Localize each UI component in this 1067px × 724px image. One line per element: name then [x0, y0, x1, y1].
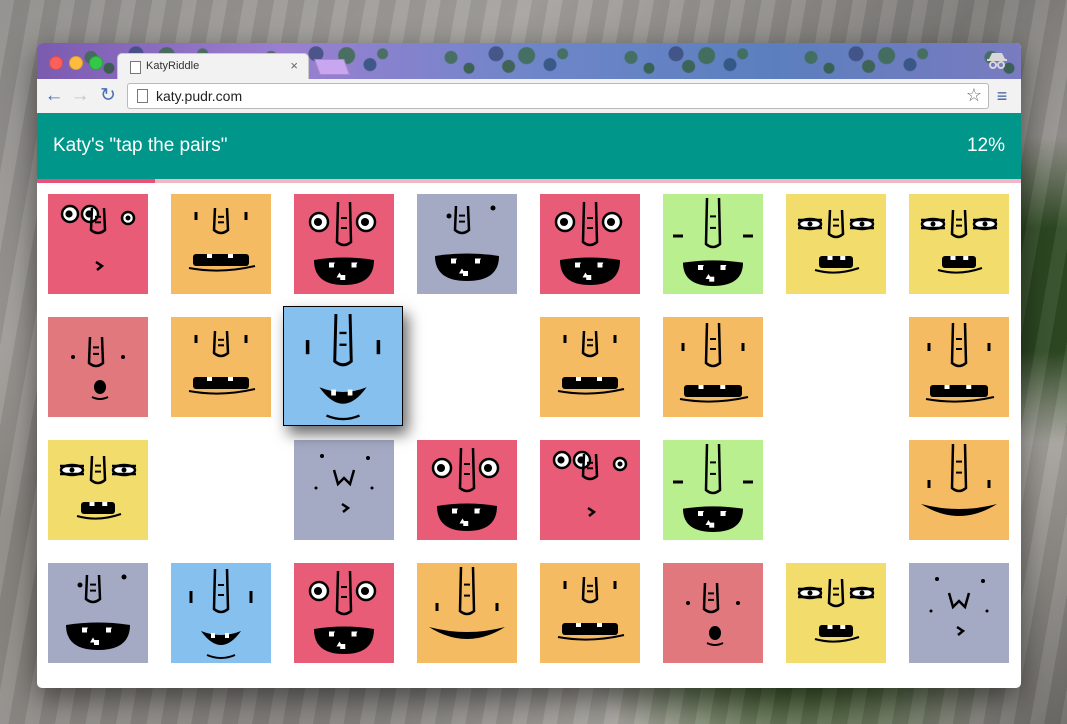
card-tile[interactable] — [417, 194, 517, 294]
monster-face-icon — [417, 440, 517, 540]
address-bar[interactable]: katy.pudr.com ☆ — [127, 83, 989, 109]
card-tile[interactable] — [786, 194, 886, 294]
app-header: Katy's "tap the pairs" 12% — [37, 113, 1021, 179]
back-arrow-icon[interactable]: ← — [43, 85, 65, 107]
card-tile[interactable] — [48, 563, 148, 663]
monster-face-icon — [786, 563, 886, 663]
browser-toolbar: ← → ↻ katy.pudr.com ☆ ≡ — [37, 79, 1021, 114]
close-window-button[interactable] — [49, 56, 63, 70]
maximize-window-button[interactable] — [89, 56, 103, 70]
card-tile[interactable] — [909, 317, 1009, 417]
progress-percent: 12% — [966, 135, 1005, 156]
reload-icon[interactable]: ↻ — [97, 85, 119, 107]
monster-face-icon — [663, 194, 763, 294]
forward-arrow-icon[interactable]: → — [69, 85, 91, 107]
browser-window: KatyRiddle × ← → ↻ katy.pudr.com ☆ ≡ Kat… — [37, 43, 1021, 688]
card-tile[interactable] — [909, 194, 1009, 294]
tab-title: KatyRiddle — [146, 60, 200, 72]
monster-face-icon — [48, 317, 148, 417]
card-tile-selected[interactable] — [283, 306, 403, 426]
pairs-board — [48, 194, 1010, 664]
card-tile[interactable] — [540, 194, 640, 294]
monster-face-icon — [909, 194, 1009, 294]
monster-face-icon — [294, 194, 394, 294]
card-tile[interactable] — [48, 317, 148, 417]
monster-face-icon — [663, 317, 763, 417]
url-text[interactable]: katy.pudr.com — [156, 88, 242, 104]
browser-tab[interactable]: KatyRiddle × — [117, 53, 309, 80]
card-tile[interactable] — [171, 563, 271, 663]
card-tile[interactable] — [540, 440, 640, 540]
card-tile[interactable] — [540, 317, 640, 417]
tab-close-icon[interactable]: × — [290, 58, 298, 73]
card-tile[interactable] — [909, 563, 1009, 663]
monster-face-icon — [48, 563, 148, 663]
monster-face-icon — [294, 563, 394, 663]
card-tile[interactable] — [663, 563, 763, 663]
card-tile[interactable] — [663, 317, 763, 417]
card-tile[interactable] — [540, 563, 640, 663]
monster-face-icon — [909, 317, 1009, 417]
monster-face-icon — [540, 194, 640, 294]
monster-face-icon — [417, 194, 517, 294]
new-tab-button[interactable] — [314, 59, 350, 75]
browser-menu-icon[interactable]: ≡ — [991, 85, 1013, 107]
card-tile[interactable] — [48, 194, 148, 294]
card-tile[interactable] — [663, 194, 763, 294]
monster-face-icon — [909, 440, 1009, 540]
monster-face-icon — [294, 440, 394, 540]
card-tile[interactable] — [909, 440, 1009, 540]
card-tile[interactable] — [786, 563, 886, 663]
bookmark-star-icon[interactable]: ☆ — [966, 85, 982, 106]
monster-face-icon — [171, 194, 271, 294]
card-tile[interactable] — [171, 194, 271, 294]
incognito-profile-icon[interactable] — [985, 49, 1009, 73]
page-icon — [137, 89, 148, 103]
monster-face-icon — [663, 563, 763, 663]
monster-face-icon — [663, 440, 763, 540]
card-tile[interactable] — [294, 194, 394, 294]
monster-face-icon — [48, 194, 148, 294]
monster-face-icon — [284, 307, 402, 425]
card-tile[interactable] — [663, 440, 763, 540]
card-tile[interactable] — [417, 440, 517, 540]
monster-face-icon — [171, 563, 271, 663]
card-tile[interactable] — [48, 440, 148, 540]
progress-bar-fill — [37, 179, 156, 183]
page-icon — [130, 61, 141, 74]
monster-face-icon — [786, 194, 886, 294]
monster-face-icon — [540, 440, 640, 540]
app-title: Katy's "tap the pairs" — [53, 135, 228, 156]
monster-face-icon — [540, 317, 640, 417]
card-tile[interactable] — [171, 317, 271, 417]
monster-face-icon — [540, 563, 640, 663]
monster-face-icon — [48, 440, 148, 540]
card-tile[interactable] — [294, 440, 394, 540]
monster-face-icon — [171, 317, 271, 417]
minimize-window-button[interactable] — [69, 56, 83, 70]
progress-bar — [37, 179, 1021, 183]
card-tile[interactable] — [417, 563, 517, 663]
browser-titlebar: KatyRiddle × — [37, 43, 1021, 80]
monster-face-icon — [909, 563, 1009, 663]
card-tile[interactable] — [294, 563, 394, 663]
monster-face-icon — [417, 563, 517, 663]
